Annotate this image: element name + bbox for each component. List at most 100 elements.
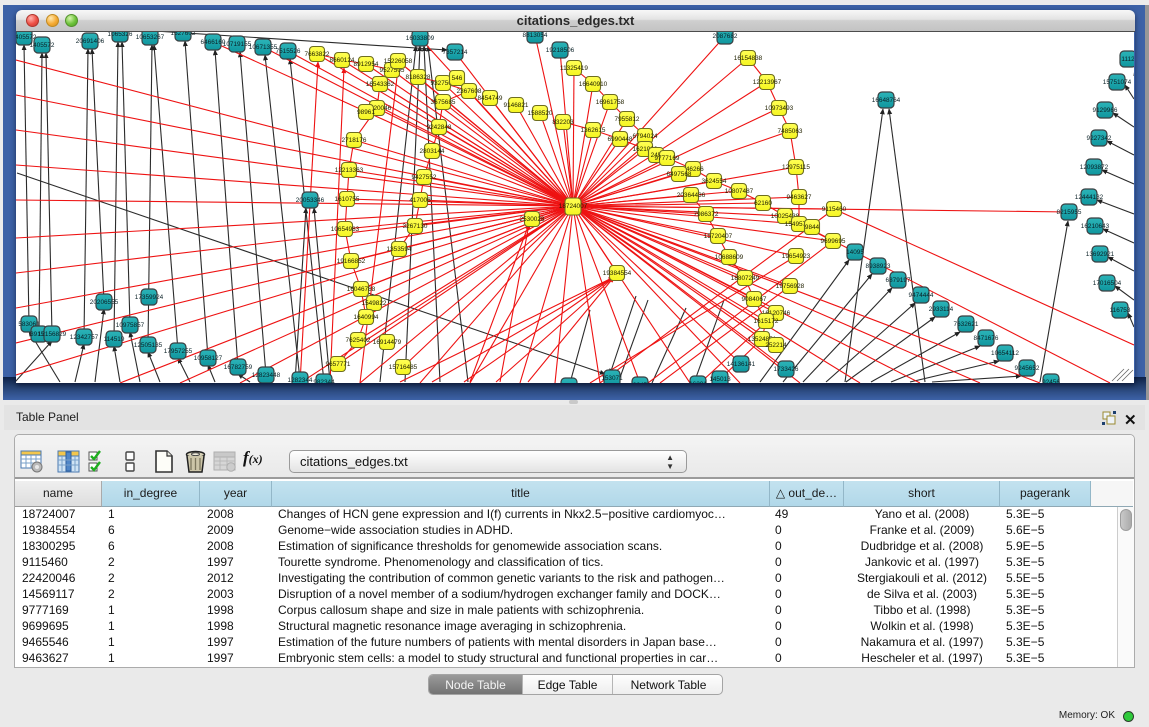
svg-text:12505135: 12505135: [134, 342, 163, 349]
svg-text:10807487: 10807487: [725, 188, 754, 195]
svg-text:10973493: 10973493: [765, 105, 794, 112]
svg-text:9463627: 9463627: [787, 194, 812, 201]
svg-text:16782759: 16782759: [224, 364, 253, 371]
svg-text:7357214: 7357214: [443, 49, 468, 56]
svg-text:62160: 62160: [754, 200, 772, 207]
svg-text:12444132: 12444132: [1075, 194, 1104, 201]
svg-text:16033809: 16033809: [406, 35, 435, 42]
svg-text:10654983: 10654983: [331, 226, 360, 233]
svg-text:9474444: 9474444: [909, 292, 934, 299]
svg-text:9427552: 9427552: [412, 174, 437, 181]
svg-text:9115460: 9115460: [822, 206, 847, 213]
svg-text:16046788: 16046788: [347, 286, 376, 293]
svg-text:7515526: 7515526: [276, 48, 301, 55]
svg-text:1353594: 1353594: [387, 246, 412, 253]
svg-text:15716485: 15716485: [389, 364, 418, 371]
svg-text:1733426: 1733426: [774, 366, 799, 373]
svg-text:7955812: 7955812: [615, 116, 640, 123]
svg-text:10671355: 10671355: [249, 44, 278, 51]
svg-text:16201: 16201: [689, 381, 707, 383]
svg-text:20206555: 20206555: [90, 299, 119, 306]
svg-text:12156829: 12156829: [38, 331, 67, 338]
svg-text:3267130: 3267130: [403, 223, 428, 230]
svg-text:15751074: 15751074: [1103, 79, 1132, 86]
svg-text:98961: 98961: [357, 109, 375, 116]
svg-text:19166852: 19166852: [337, 258, 366, 265]
svg-text:9245: 9245: [633, 382, 648, 383]
svg-text:2933114: 2933114: [929, 306, 954, 313]
svg-text:832203: 832203: [552, 119, 574, 126]
svg-text:252214: 252214: [765, 342, 787, 349]
svg-text:3624554: 3624554: [702, 178, 727, 185]
svg-text:9084067: 9084067: [742, 296, 767, 303]
svg-text:16543362: 16543362: [366, 81, 395, 88]
svg-text:1282344: 1282344: [288, 377, 313, 383]
svg-text:9657771: 9657771: [326, 361, 351, 368]
svg-text:7663822: 7663822: [305, 51, 330, 58]
svg-text:12213967: 12213967: [753, 79, 782, 86]
svg-text:12213363: 12213363: [335, 167, 364, 174]
svg-text:1588520: 1588520: [528, 110, 553, 117]
svg-text:6794024: 6794024: [633, 133, 658, 140]
svg-text:7632621: 7632621: [954, 321, 979, 328]
svg-text:1527602: 1527602: [171, 32, 196, 37]
svg-text:10653267: 10653267: [136, 34, 165, 41]
svg-text:16210643: 16210643: [1081, 223, 1110, 230]
svg-text:9245652: 9245652: [1015, 365, 1040, 372]
svg-text:1610755: 1610755: [335, 196, 360, 203]
svg-text:19756928: 19756928: [776, 283, 805, 290]
svg-text:7485063: 7485063: [778, 128, 803, 135]
svg-text:8938923: 8938923: [866, 263, 891, 270]
svg-text:18807249: 18807249: [731, 275, 760, 282]
svg-text:2530028: 2530028: [520, 216, 545, 223]
svg-text:16961758: 16961758: [596, 99, 625, 106]
svg-text:17359924: 17359924: [135, 294, 164, 301]
svg-text:7986372: 7986372: [694, 211, 719, 218]
svg-text:8813054: 8813054: [523, 32, 548, 39]
svg-text:11325419: 11325419: [560, 65, 588, 72]
svg-text:16154838: 16154838: [734, 55, 763, 62]
svg-text:1549822: 1549822: [362, 300, 387, 307]
svg-text:15226058: 15226058: [384, 58, 413, 65]
svg-text:8454749: 8454749: [478, 95, 503, 102]
svg-text:14136141: 14136141: [727, 361, 756, 368]
svg-text:12093872: 12093872: [1080, 164, 1109, 171]
svg-text:14095: 14095: [846, 249, 864, 256]
svg-text:10688609: 10688609: [715, 254, 744, 261]
svg-text:15720407: 15720407: [704, 233, 733, 240]
svg-text:7625402: 7625402: [346, 337, 371, 344]
svg-text:12342757: 12342757: [70, 334, 99, 341]
svg-text:9146821: 9146821: [504, 102, 529, 109]
svg-text:1112: 1112: [1121, 56, 1134, 63]
svg-text:116753: 116753: [1110, 307, 1131, 314]
svg-text:20691406: 20691406: [76, 38, 105, 45]
svg-text:17016504: 17016504: [1093, 280, 1122, 287]
svg-text:546: 546: [452, 75, 463, 82]
svg-text:1405572: 1405572: [30, 42, 55, 49]
svg-text:417006: 417006: [409, 197, 431, 204]
svg-text:19218506: 19218506: [546, 47, 575, 54]
svg-text:16640910: 16640910: [579, 81, 608, 88]
svg-text:2087682: 2087682: [713, 33, 738, 40]
svg-text:20364436: 20364436: [677, 192, 706, 199]
svg-text:8660124: 8660124: [330, 57, 355, 64]
svg-text:19654923: 19654923: [782, 253, 811, 260]
svg-text:10975857: 10975857: [116, 322, 145, 329]
svg-text:2803144: 2803144: [420, 148, 445, 155]
svg-text:2367608: 2367608: [457, 88, 482, 95]
svg-text:12975115: 12975115: [782, 164, 810, 171]
svg-text:9844: 9844: [805, 224, 820, 231]
svg-text:1362615: 1362615: [581, 127, 606, 134]
svg-text:13692921: 13692921: [1086, 251, 1115, 258]
svg-text:20053346: 20053346: [296, 197, 325, 204]
svg-text:16914479: 16914479: [373, 339, 402, 346]
svg-text:92456: 92456: [1042, 379, 1060, 383]
svg-text:8186328: 8186328: [406, 74, 431, 81]
svg-text:114519: 114519: [104, 336, 125, 343]
svg-text:9129966: 9129966: [1093, 107, 1118, 114]
svg-text:6990448: 6990448: [608, 136, 633, 143]
svg-text:2718176: 2718176: [342, 137, 367, 144]
svg-text:12823448: 12823448: [252, 372, 281, 379]
svg-text:6497568: 6497568: [667, 171, 692, 178]
svg-text:10958127: 10958127: [194, 355, 223, 362]
